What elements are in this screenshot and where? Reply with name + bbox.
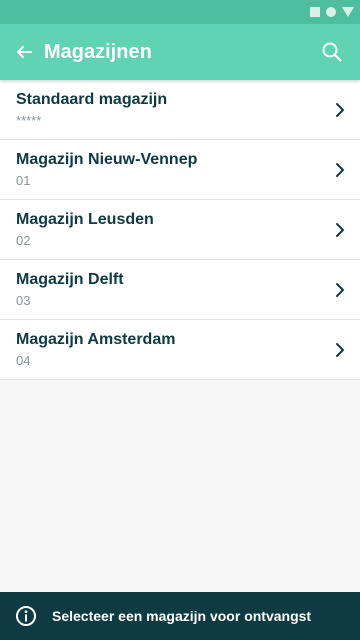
chevron-right-icon: [334, 102, 346, 118]
warehouse-code: 04: [16, 352, 31, 368]
info-message: Selecteer een magazijn voor ontvangst: [52, 608, 312, 624]
warehouse-code: 01: [16, 172, 31, 188]
status-bar: [0, 0, 360, 24]
chevron-right-icon: [334, 282, 346, 298]
info-icon: [14, 604, 38, 628]
warehouse-code: *****: [16, 112, 42, 128]
circle-icon: [326, 7, 336, 17]
warehouse-name: Magazijn Nieuw-Vennep: [16, 150, 198, 168]
info-snackbar: Selecteer een magazijn voor ontvangst: [0, 592, 360, 640]
arrow-left-icon: [17, 46, 32, 58]
warehouse-code: 02: [16, 232, 31, 248]
warehouse-item-delft[interactable]: Magazijn Delft 03: [0, 260, 360, 320]
back-button[interactable]: [12, 40, 36, 64]
triangle-icon: [342, 7, 354, 17]
warehouse-name: Magazijn Amsterdam: [16, 330, 176, 348]
search-icon: [322, 42, 342, 62]
chevron-right-icon: [334, 342, 346, 358]
warehouse-name: Standaard magazijn: [16, 90, 168, 108]
warehouse-name: Magazijn Leusden: [16, 210, 154, 228]
warehouse-name: Magazijn Delft: [16, 270, 124, 288]
warehouse-code: 03: [16, 292, 31, 308]
warehouse-item-standaard[interactable]: Standaard magazijn *****: [0, 80, 360, 140]
square-icon: [310, 7, 320, 17]
search-button[interactable]: [316, 36, 348, 68]
warehouse-item-nieuw-vennep[interactable]: Magazijn Nieuw-Vennep 01: [0, 140, 360, 200]
warehouse-item-leusden[interactable]: Magazijn Leusden 02: [0, 200, 360, 260]
screen: Magazijnen Standaard magazijn ***** Maga…: [0, 0, 360, 640]
warehouse-list: Standaard magazijn ***** Magazijn Nieuw-…: [0, 80, 360, 380]
chevron-right-icon: [334, 162, 346, 178]
app-bar: Magazijnen: [0, 24, 360, 80]
chevron-right-icon: [334, 222, 346, 238]
page-title: Magazijnen: [44, 40, 152, 63]
warehouse-item-amsterdam[interactable]: Magazijn Amsterdam 04: [0, 320, 360, 380]
